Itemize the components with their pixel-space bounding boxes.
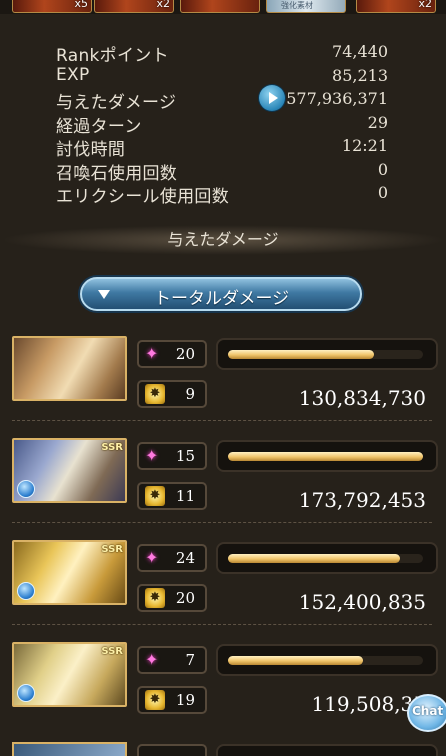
damage-bar-track (228, 452, 423, 461)
stat-label: 経過ターン (56, 116, 142, 137)
stat-value: 12:21 (341, 136, 388, 155)
water-element-icon (17, 582, 35, 600)
damage-value: 173,792,453 (298, 488, 426, 512)
character-portrait[interactable]: SSR (12, 642, 127, 707)
character-portrait[interactable]: SSR (12, 438, 127, 503)
chain-count: 20 (175, 589, 195, 607)
damage-bar-fill (228, 350, 375, 359)
section-title: 与えたダメージ (0, 225, 446, 255)
ougi-count: 15 (175, 447, 195, 465)
item-strip: x5 x2 強化素材 x2 (0, 0, 446, 14)
damage-bar-track (228, 350, 423, 359)
character-row: SSR ✦ 15 ✸ 11 173,792,453 (0, 438, 446, 540)
item-thumb[interactable] (180, 0, 260, 13)
stat-value: 0 (377, 159, 388, 179)
chain-count: 9 (185, 385, 195, 403)
stat-value: 0 (377, 183, 388, 202)
item-qty: x5 (74, 0, 88, 10)
stat-row-summons: 召喚石使用回数 0 (56, 159, 388, 184)
stat-label: エリクシール使用回数 (56, 187, 229, 207)
stat-value: 29 (367, 112, 388, 132)
ougi-sparkle-icon: ✦ (145, 344, 159, 363)
stat-row-rank-points: Rankポイント 74,440 (56, 41, 388, 66)
row-divider (12, 420, 432, 421)
chain-burst-icon: ✸ (145, 588, 165, 608)
stat-label: 与えたダメージ (56, 93, 177, 113)
ougi-count-badge: ✦ 24 (137, 544, 207, 572)
character-row-partial (0, 742, 446, 756)
ougi-count-badge: ✦ 20 (137, 340, 207, 368)
stat-label: EXP (56, 64, 90, 85)
water-element-icon (17, 480, 35, 498)
chain-burst-icon: ✸ (145, 486, 165, 506)
damage-bar-fill (228, 452, 423, 461)
chain-count-badge: ✸ 20 (137, 584, 207, 612)
item-thumb[interactable]: x2 (356, 0, 436, 13)
ssr-badge: SSR (101, 646, 123, 657)
ougi-count-badge: ✦ 15 (137, 442, 207, 470)
chain-burst-icon: ✸ (145, 690, 165, 710)
battle-stats: Rankポイント 74,440 EXP 85,213 与えたダメージ 577,9… (56, 41, 388, 207)
chat-button[interactable]: Chat (407, 694, 446, 732)
damage-bar (216, 644, 438, 676)
damage-bar (216, 542, 438, 574)
stat-label: 召喚石使用回数 (56, 163, 178, 184)
stat-label: Rankポイント (56, 46, 169, 66)
ssr-badge: SSR (101, 442, 123, 453)
item-thumb[interactable]: x2 (94, 0, 174, 13)
ougi-count: 7 (185, 651, 195, 669)
damage-bar-track (228, 554, 423, 563)
stat-row-elixir: エリクシール使用回数 0 (56, 182, 388, 207)
character-portrait[interactable] (12, 742, 127, 756)
stat-row-exp: EXP 85,213 (56, 65, 388, 89)
item-qty: x2 (156, 0, 170, 10)
ougi-count: 20 (175, 345, 195, 363)
water-element-icon (17, 684, 35, 702)
ougi-sparkle-icon: ✦ (145, 650, 159, 669)
damage-type-dropdown[interactable]: トータルダメージ (80, 277, 362, 311)
stat-row-turns: 経過ターン 29 (56, 112, 388, 137)
damage-bar (216, 440, 438, 472)
character-row: SSR ✦ 7 ✸ 19 119,508,35 (0, 642, 446, 744)
character-portrait[interactable]: SSR (12, 540, 127, 605)
item-qty: x2 (418, 0, 432, 10)
item-thumb[interactable]: 強化素材 (266, 0, 346, 13)
chat-label: Chat (412, 704, 444, 718)
stat-value: 85,213 (332, 65, 388, 85)
ougi-sparkle-icon: ✦ (145, 446, 159, 465)
play-icon[interactable] (259, 85, 285, 111)
chain-count-badge: ✸ 19 (137, 686, 207, 714)
damage-bar (216, 744, 438, 756)
dropdown-label: トータルダメージ (154, 289, 290, 309)
chain-count-badge: ✸ 9 (137, 380, 207, 408)
ougi-sparkle-icon: ✦ (145, 548, 159, 567)
character-row: SSR ✦ 24 ✸ 20 152,400,835 (0, 540, 446, 642)
ougi-count-badge (137, 744, 207, 756)
ougi-count-badge: ✦ 7 (137, 646, 207, 674)
ougi-count: 24 (175, 549, 195, 567)
item-label: 強化素材 (281, 1, 313, 10)
row-divider (12, 522, 432, 523)
damage-bar-track (228, 656, 423, 665)
stat-row-damage: 与えたダメージ 577,936,371 (56, 85, 388, 113)
damage-value: 130,834,730 (298, 386, 426, 410)
ssr-badge: SSR (101, 544, 123, 555)
damage-bar-fill (228, 656, 363, 665)
stat-value: 577,936,371 (286, 89, 388, 108)
chain-count: 11 (175, 487, 195, 505)
stat-label: 討伐時間 (56, 140, 126, 160)
chain-count: 19 (175, 691, 195, 709)
damage-value: 152,400,835 (298, 590, 426, 614)
character-row: ✦ 20 ✸ 9 130,834,730 (0, 336, 446, 438)
chain-burst-icon: ✸ (145, 384, 165, 404)
damage-bar-fill (228, 554, 400, 563)
item-thumb[interactable]: x5 (12, 0, 92, 13)
character-portrait[interactable] (12, 336, 127, 401)
chevron-down-icon (98, 290, 110, 299)
chain-count-badge: ✸ 11 (137, 482, 207, 510)
damage-bar (216, 338, 438, 370)
row-divider (12, 624, 432, 625)
stat-row-time: 討伐時間 12:21 (56, 135, 388, 160)
stat-value: 74,440 (332, 42, 388, 61)
